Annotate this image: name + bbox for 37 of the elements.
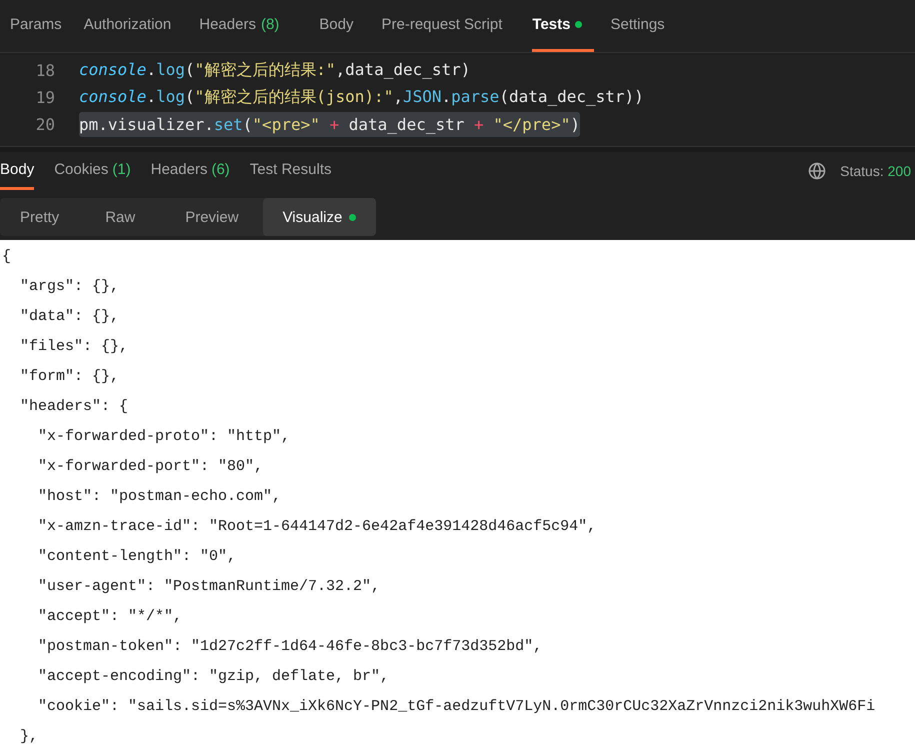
view-tab[interactable]: Preview: [161, 198, 263, 236]
request-tab[interactable]: Pre-request Script: [382, 0, 514, 52]
view-tab[interactable]: Raw: [79, 198, 162, 236]
line-number: 18: [34, 60, 56, 80]
output-line: "cookie": "sails.sid=s%3AVNx_iXk6NcY-PN2_tGf-aedzuftV7LyN.0rmC30rCUc32XaZrVnnzci2nik3wuhXW6Fi: [37, 697, 876, 717]
request-tab[interactable]: Settings: [610, 0, 677, 52]
output-line: "content-length": "0",: [37, 547, 238, 567]
output-line: "x-forwarded-port": "80",: [37, 457, 264, 477]
output-line: "form": {},: [19, 367, 120, 387]
request-tab[interactable]: Headers (8): [199, 0, 292, 52]
response-tab[interactable]: Test Results: [250, 152, 332, 190]
output-line: "data": {},: [19, 307, 120, 327]
output-line: "x-amzn-trace-id": "Root=1-644147d2-6e42af4e391428d46acf5c94",: [37, 517, 598, 537]
output-line: "accept": "*/*",: [37, 607, 184, 627]
output-line: "files": {},: [19, 337, 130, 357]
request-tab[interactable]: Authorization: [84, 0, 184, 52]
output-line: "accept-encoding": "gzip, deflate, br",: [37, 667, 390, 687]
view-tab[interactable]: Pretty: [0, 198, 80, 236]
request-tab[interactable]: Params: [10, 0, 74, 52]
output-line: "x-forwarded-proto": "http",: [37, 427, 292, 447]
response-tab[interactable]: Cookies (1): [54, 152, 131, 190]
code-line: console.log("解密之后的结果(json):",JSON.parse(data_dec_str)): [79, 86, 644, 108]
output-line: },: [19, 727, 40, 747]
output-line: {: [2, 247, 12, 267]
output-line: "postman-token": "1d27c2ff-1d64-46fe-8bc3-bc7f73d352bd",: [37, 637, 544, 657]
code-line: console.log("解密之后的结果:",data_dec_str): [79, 58, 470, 81]
output-line: "user-agent": "PostmanRuntime/7.32.2",: [37, 577, 382, 597]
output-line: "args": {},: [19, 277, 120, 297]
output-line: "host": "postman-echo.com",: [37, 487, 282, 507]
response-tab[interactable]: Headers (6): [150, 152, 230, 190]
output-line: "headers": {: [19, 397, 130, 417]
globe-icon[interactable]: [808, 162, 826, 180]
status-label: Status: 200: [840, 162, 911, 179]
request-tab[interactable]: Body: [319, 0, 366, 52]
line-number: 20: [34, 114, 56, 134]
view-tab[interactable]: Visualize: [262, 198, 376, 236]
line-number: 19: [34, 88, 56, 107]
